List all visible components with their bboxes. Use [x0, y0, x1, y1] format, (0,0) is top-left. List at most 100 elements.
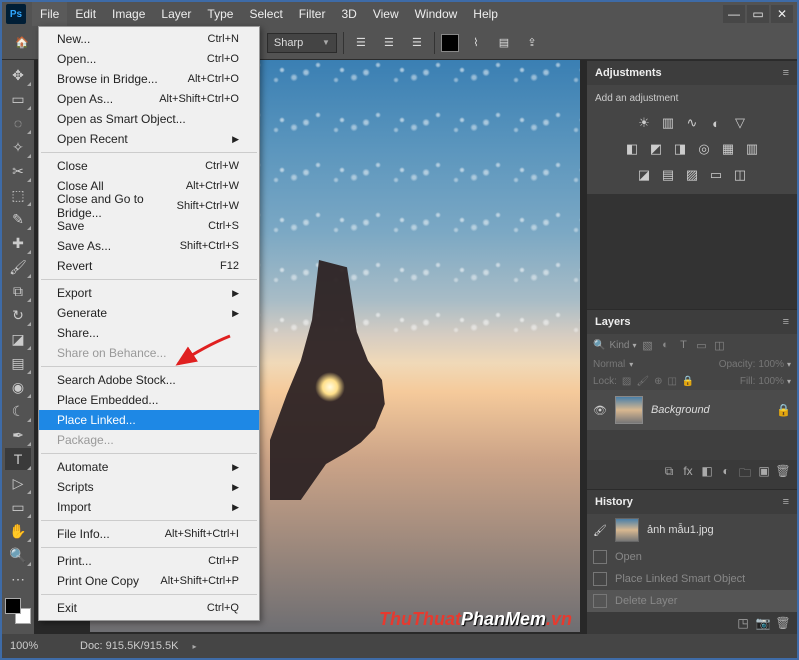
menu-image[interactable]: Image [104, 2, 153, 26]
lock-transparent-icon[interactable]: ▨ [622, 376, 631, 387]
menu-select[interactable]: Select [241, 2, 290, 26]
menu-file[interactable]: File [32, 2, 67, 26]
panel-menu-icon[interactable]: ≡ [783, 67, 789, 79]
filter-adjust-icon[interactable]: ◐ [658, 338, 672, 352]
window-close-button[interactable]: ✕ [771, 5, 793, 23]
layer-group-icon[interactable]: 🗀 [737, 464, 753, 485]
menu-layer[interactable]: Layer [153, 2, 199, 26]
menu-item-automate[interactable]: Automate▶ [39, 457, 259, 477]
menu-item-scripts[interactable]: Scripts▶ [39, 477, 259, 497]
menu-item-place-embedded[interactable]: Place Embedded... [39, 390, 259, 410]
layer-lock-icon[interactable]: 🔒 [776, 403, 791, 417]
history-panel-header[interactable]: History ≡ [587, 490, 797, 514]
menu-edit[interactable]: Edit [67, 2, 104, 26]
warp-text-icon[interactable]: ⌇ [465, 33, 487, 53]
channel-mixer-icon[interactable]: ▦ [719, 140, 737, 158]
vibrance-icon[interactable]: ▽ [731, 114, 749, 132]
new-document-from-state-icon[interactable]: ◳ [735, 616, 751, 630]
menu-item-export[interactable]: Export▶ [39, 283, 259, 303]
filter-smart-icon[interactable]: ◫ [712, 338, 726, 352]
history-brush-tool[interactable]: ↻ [5, 304, 31, 326]
filter-pixel-icon[interactable]: ▧ [640, 338, 654, 352]
crop-tool[interactable]: ✂ [5, 160, 31, 182]
selective-color-icon[interactable]: ◫ [731, 166, 749, 184]
menu-item-import[interactable]: Import▶ [39, 497, 259, 517]
brightness-contrast-icon[interactable]: ☀ [635, 114, 653, 132]
menu-item-open[interactable]: Open...Ctrl+O [39, 49, 259, 69]
gradient-map-icon[interactable]: ▭ [707, 166, 725, 184]
blur-tool[interactable]: ◉ [5, 376, 31, 398]
layer-name[interactable]: Background [651, 404, 710, 416]
layers-panel-header[interactable]: Layers ≡ [587, 310, 797, 334]
menu-item-print[interactable]: Print...Ctrl+P [39, 551, 259, 571]
edit-toolbar[interactable]: ⋯ [5, 568, 31, 590]
move-tool[interactable]: ✥ [5, 64, 31, 86]
menu-view[interactable]: View [365, 2, 407, 26]
new-snapshot-icon[interactable]: 📷 [755, 616, 771, 630]
menu-item-print-one-copy[interactable]: Print One CopyAlt+Shift+Ctrl+P [39, 571, 259, 591]
history-entry[interactable]: Delete Layer [587, 590, 797, 612]
align-left-icon[interactable]: ☰ [350, 33, 372, 53]
marquee-tool[interactable]: ▭ [5, 88, 31, 110]
brush-tool[interactable]: 🖌 [5, 256, 31, 278]
posterize-icon[interactable]: ▤ [659, 166, 677, 184]
history-entry[interactable]: Open [587, 546, 797, 568]
history-brush-source-icon[interactable]: 🖌 [593, 524, 607, 537]
filter-shape-icon[interactable]: ▭ [694, 338, 708, 352]
history-document-row[interactable]: 🖌 ảnh mẫu1.jpg [587, 514, 797, 546]
menu-item-open-as[interactable]: Open As...Alt+Shift+Ctrl+O [39, 89, 259, 109]
menu-item-save-as[interactable]: Save As...Shift+Ctrl+S [39, 236, 259, 256]
magic-wand-tool[interactable]: ✧ [5, 136, 31, 158]
exposure-icon[interactable]: ◐ [707, 114, 725, 132]
menu-item-open-as-smart-object[interactable]: Open as Smart Object... [39, 109, 259, 129]
delete-state-icon[interactable]: 🗑 [775, 616, 791, 630]
align-center-icon[interactable]: ☰ [378, 33, 400, 53]
text-color-swatch[interactable] [441, 34, 459, 52]
menu-item-open-recent[interactable]: Open Recent▶ [39, 129, 259, 149]
layer-fx-icon[interactable]: fx [680, 464, 696, 485]
menu-item-revert[interactable]: RevertF12 [39, 256, 259, 276]
window-restore-button[interactable]: ▭ [747, 5, 769, 23]
menu-item-save[interactable]: SaveCtrl+S [39, 216, 259, 236]
window-minimize-button[interactable]: — [723, 5, 745, 23]
menu-type[interactable]: Type [199, 2, 241, 26]
color-balance-icon[interactable]: ◩ [647, 140, 665, 158]
stamp-tool[interactable]: ⧉ [5, 280, 31, 302]
filter-kind-dropdown[interactable]: Kind [609, 340, 629, 351]
fill-value[interactable]: 100% [758, 376, 784, 387]
menu-item-place-linked[interactable]: Place Linked... [39, 410, 259, 430]
opacity-value[interactable]: 100% [758, 359, 784, 370]
align-right-icon[interactable]: ☰ [406, 33, 428, 53]
adjustments-panel-header[interactable]: Adjustments ≡ [587, 61, 797, 85]
adjustment-layer-icon[interactable]: ◐ [718, 464, 734, 485]
visibility-toggle-icon[interactable]: 👁 [593, 404, 607, 417]
menu-item-close-and-go-to-bridge[interactable]: Close and Go to Bridge...Shift+Ctrl+W [39, 196, 259, 216]
panel-menu-icon[interactable]: ≡ [783, 496, 789, 508]
dodge-tool[interactable]: ☾ [5, 400, 31, 422]
new-layer-icon[interactable]: ▣ [756, 464, 772, 485]
layer-mask-icon[interactable]: ◧ [699, 464, 715, 485]
hand-tool[interactable]: ✋ [5, 520, 31, 542]
levels-icon[interactable]: ▥ [659, 114, 677, 132]
layer-thumbnail[interactable] [615, 396, 643, 424]
anti-alias-dropdown[interactable]: Sharp ▼ [267, 33, 337, 53]
chevron-right-icon[interactable]: ▸ [192, 642, 196, 651]
color-lookup-icon[interactable]: ▥ [743, 140, 761, 158]
menu-item-browse-in-bridge[interactable]: Browse in Bridge...Alt+Ctrl+O [39, 69, 259, 89]
menu-item-new[interactable]: New...Ctrl+N [39, 29, 259, 49]
search-icon[interactable]: 🔍 [593, 340, 605, 351]
blend-mode-dropdown[interactable]: Normal [593, 359, 625, 370]
menu-item-exit[interactable]: ExitCtrl+Q [39, 598, 259, 618]
foreground-color-swatch[interactable] [5, 598, 21, 614]
lock-pixels-icon[interactable]: 🖌 [636, 376, 649, 387]
menu-item-close[interactable]: CloseCtrl+W [39, 156, 259, 176]
lasso-tool[interactable]: ◌ [5, 112, 31, 134]
lock-all-icon[interactable]: 🔒 [682, 376, 694, 387]
shape-tool[interactable]: ▭ [5, 496, 31, 518]
layer-row[interactable]: 👁 Background 🔒 [587, 390, 797, 430]
zoom-tool[interactable]: 🔍 [5, 544, 31, 566]
invert-icon[interactable]: ◪ [635, 166, 653, 184]
character-panel-icon[interactable]: ▤ [493, 33, 515, 53]
curves-icon[interactable]: ∿ [683, 114, 701, 132]
menu-help[interactable]: Help [465, 2, 506, 26]
